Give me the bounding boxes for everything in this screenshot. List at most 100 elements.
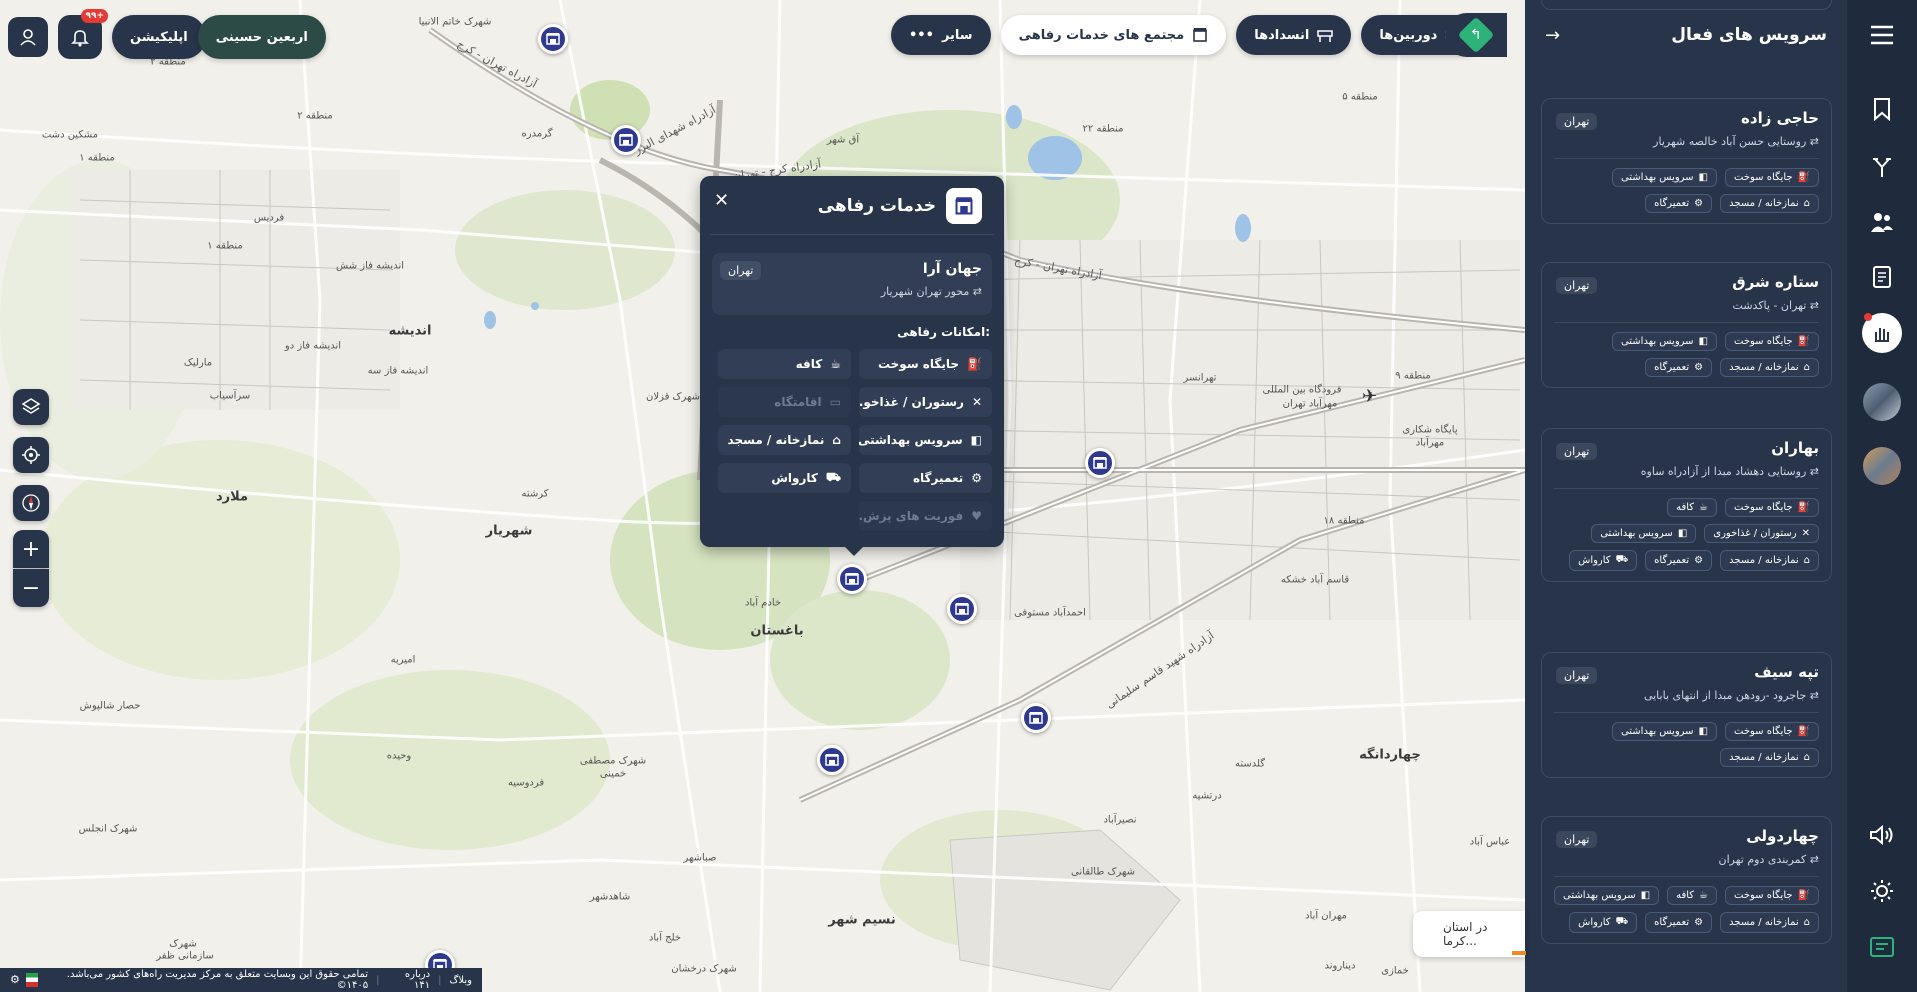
layers-button[interactable] [13, 389, 49, 425]
zoom-in-button[interactable]: + [13, 530, 49, 568]
province-badge: تهران [720, 261, 762, 280]
notifications-button[interactable]: ۹۹+ [58, 9, 108, 59]
route-icon: ⇄ [1809, 853, 1819, 866]
services-filter-button[interactable]: مجتمع های خدمات رفاهی [1000, 15, 1227, 55]
arrow-right-icon[interactable]: → [1545, 25, 1560, 46]
other-filter-button[interactable]: ••• سایر [891, 15, 991, 55]
service-marker[interactable] [538, 24, 568, 54]
zoom-out-button[interactable]: − [13, 569, 49, 607]
place-label: شاهدشهر [589, 891, 631, 903]
place-label: عباس آباد [1469, 836, 1511, 848]
fuel-icon: ⛽ [967, 357, 982, 371]
close-icon[interactable]: ✕ [714, 190, 729, 211]
footer-about-link[interactable]: درباره ۱۴۱ [387, 969, 430, 991]
service-tag: ◧ سرویس بهداشتی [1554, 886, 1660, 905]
service-tag: ⌂ نمازخانه / مسجد [1720, 748, 1819, 767]
amenity-label: فوریت های پزش... [859, 509, 964, 523]
footer-separator: | [376, 974, 380, 986]
service-marker[interactable] [611, 125, 641, 155]
footer-blog-link[interactable]: وبلاگ [449, 975, 472, 986]
place-label: خلج آباد [648, 932, 682, 944]
place-label: فردوسیه [507, 777, 545, 789]
service-address-text: تهران - پاکدشت [1732, 299, 1807, 312]
place-label: شهرک درخشان [671, 963, 737, 975]
theme-toggle-button[interactable] [1865, 874, 1899, 908]
app-download-button[interactable]: اپلیکیشن [112, 15, 206, 59]
camera-thumbnail[interactable] [1863, 447, 1901, 485]
amenity-label: کافه [795, 357, 823, 371]
news-button[interactable] [1865, 260, 1899, 294]
camera-thumbnail[interactable] [1863, 383, 1901, 421]
service-marker[interactable] [1021, 703, 1051, 733]
document-icon [1873, 266, 1891, 288]
amenity-label: نمازخانه / مسجد [727, 433, 825, 447]
place-label: منطقه ۹ [1395, 370, 1431, 382]
profile-button[interactable] [8, 17, 48, 57]
hand-alert-icon [1875, 328, 1889, 342]
place-label: مشکین دشت [41, 129, 99, 141]
place-label: مهرآباد تهران [1282, 398, 1338, 410]
place-label: منطقه ۱ [79, 152, 115, 164]
active-services-panel: سرویس های فعال → ⌂نمازخانه / مسجد⚙تعمیرگ… [1525, 0, 1847, 992]
service-tags: ⛽ جایگاه سوخت ◧ سرویس بهداشتی ⌂ نمازخانه / مس… [1554, 168, 1819, 213]
settings-gear-icon[interactable]: ⚙ [10, 973, 20, 987]
service-card[interactable]: ⌂نمازخانه / مسجد⚙تعمیرگاه [1541, 0, 1832, 10]
amenity-item: ⛽ جایگاه سوخت [859, 349, 992, 379]
menu-button[interactable] [1865, 18, 1899, 52]
service-card[interactable]: چهاردولی تهران کمربندی دوم تهران ⇄ ⛽ جایگاه … [1541, 816, 1832, 944]
service-tag: ⚙ تعمیرگاه [1645, 194, 1713, 213]
compass-button[interactable] [13, 485, 49, 521]
place-label: نسیم شهر [828, 912, 896, 928]
service-popup: ✕ خدمات رفاهی جهان آرا محور تهران شهریار… [700, 176, 1004, 556]
service-tag-label: جایگاه سوخت [1734, 336, 1793, 347]
news-ticker-text: در استان کرما... [1443, 920, 1488, 948]
service-tag: ✕ رستوران / غذاخوری [1704, 524, 1819, 543]
cameras-label: دوربین‌ها [1379, 27, 1438, 43]
alerts-button[interactable] [1862, 313, 1902, 353]
province-badge: تهران [1556, 443, 1598, 460]
chat-button[interactable] [1865, 930, 1899, 964]
service-address-text: روستایی دهشاد مبدا از آزادراه ساوه [1640, 465, 1807, 478]
news-ticker[interactable]: در استان کرما... [1413, 911, 1525, 957]
service-address-text: جاجرود -رودهن مبدا از انتهای بابایی [1643, 689, 1807, 702]
traffic-button[interactable] [1865, 205, 1899, 239]
services-label: مجتمع های خدمات رفاهی [1018, 27, 1185, 43]
place-label: خادم آباد [744, 597, 782, 609]
amenity-item: ♥ فوریت های پزش... [859, 501, 992, 531]
service-marker[interactable] [1085, 448, 1115, 478]
restaurant-icon: ✕ [1801, 528, 1810, 539]
place-label: باغستان [750, 623, 804, 639]
service-marker[interactable] [817, 745, 847, 775]
service-card[interactable]: حاجی زاده تهران روستایی حسن آباد خالصه شهر… [1541, 98, 1832, 224]
service-marker[interactable] [947, 594, 977, 624]
amenities-grid: ⛽ جایگاه سوخت ☕ کافه ✕ رستوران / غذاخو... ▭ اقا… [700, 339, 1004, 541]
storefront-icon [1093, 457, 1107, 469]
route-icon: ⇄ [1809, 465, 1819, 478]
service-card[interactable]: تپه سیف تهران جاجرود -رودهن مبدا از انتهای… [1541, 652, 1832, 778]
fuel-icon: ⛽ [1797, 890, 1810, 901]
user-icon [20, 29, 36, 46]
route-button[interactable]: ↰ [1445, 13, 1507, 57]
service-address: کمربندی دوم تهران ⇄ [1554, 853, 1819, 877]
icon-rail [1847, 0, 1917, 992]
service-marker[interactable] [837, 564, 867, 594]
service-tag-label: تعمیرگاه [1654, 198, 1690, 209]
amenity-label: اقامتگاه [774, 395, 822, 409]
service-tag: ⚙ تعمیرگاه [1645, 358, 1713, 377]
service-tag-label: کارواش [1578, 917, 1611, 928]
routing-button[interactable] [1865, 150, 1899, 184]
cafe-icon: ☕ [1699, 890, 1708, 901]
other-label: سایر [941, 27, 973, 43]
service-tag: ◧ سرویس بهداشتی [1611, 332, 1717, 351]
mosque-icon: ⌂ [1803, 198, 1810, 209]
bookmark-button[interactable] [1865, 92, 1899, 126]
user-name-button[interactable]: اربعین حسینی [197, 15, 326, 59]
mosque-icon: ⌂ [1803, 752, 1810, 763]
blockages-filter-button[interactable]: انسدادها [1236, 15, 1352, 55]
locate-button[interactable] [13, 437, 49, 473]
place-label: دیناروند [1324, 960, 1356, 972]
service-card[interactable]: بهاران تهران روستایی دهشاد مبدا از آزادراه… [1541, 428, 1832, 582]
service-card[interactable]: ستاره شرق تهران تهران - پاکدشت ⇄ ⛽ جایگاه سو… [1541, 262, 1832, 388]
repair-icon: ⚙ [1694, 555, 1704, 566]
sound-button[interactable] [1865, 818, 1899, 852]
